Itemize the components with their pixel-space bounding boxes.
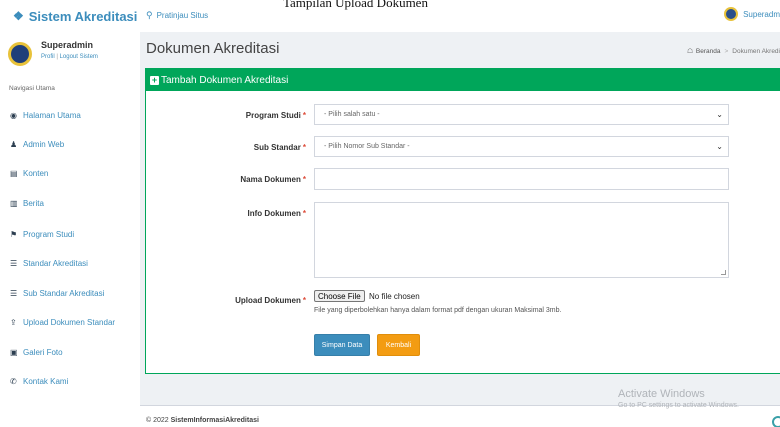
- sidebar-item-galeri-foto[interactable]: ▣ Galeri Foto: [10, 345, 63, 359]
- sidebar-item-sub-standar-akreditasi[interactable]: ☰ Sub Standar Akreditasi: [10, 286, 104, 300]
- sidebar-item-label: Halaman Utama: [23, 110, 81, 120]
- breadcrumb-current: Dokumen Akredi: [732, 47, 780, 55]
- footer-copyright: © 2022: [146, 417, 171, 424]
- sidebar-item-label: Kontak Kami: [23, 376, 69, 386]
- news-icon: ▥: [10, 198, 18, 208]
- footer-site-name: SistemInformasiAkreditasi: [170, 417, 259, 424]
- figure-caption: Tampilan Upload Dokumen: [283, 0, 428, 10]
- file-help-text: File yang diperbolehkan hanya dalam form…: [314, 307, 562, 314]
- sidebar-item-label: Admin Web: [23, 139, 65, 149]
- sidebar: Superadmin Profil | Logout Sistem Naviga…: [0, 32, 140, 427]
- flag-icon: ⚑: [10, 229, 18, 239]
- brand-logo-link[interactable]: ❖ Sistem Akreditasi: [0, 0, 140, 32]
- file-status: No file chosen: [369, 292, 420, 301]
- sidebar-item-halaman-utama[interactable]: ◉ Halaman Utama: [10, 108, 81, 122]
- sidebar-item-label: Sub Standar Akreditasi: [23, 288, 105, 298]
- sidebar-item-standar-akreditasi[interactable]: ☰ Standar Akreditasi: [10, 256, 88, 270]
- back-button[interactable]: Kembali: [377, 334, 420, 356]
- watermark-subtitle: Go to PC settings to activate Windows.: [618, 402, 739, 409]
- dashboard-icon: ◉: [10, 110, 17, 120]
- chevron-down-icon: ⌄: [716, 142, 723, 151]
- sub-standar-label: Sub Standar *: [253, 143, 306, 152]
- breadcrumb-home[interactable]: Beranda: [696, 48, 721, 55]
- watermark-title: Activate Windows: [618, 388, 705, 400]
- program-studi-label: Program Studi *: [245, 111, 306, 120]
- nav-heading: Navigasi Utama: [9, 85, 55, 92]
- sub-standar-selected: - Pilih Nomor Sub Standar -: [324, 143, 410, 150]
- add-document-panel: + Tambah Dokumen Akreditasi Program Stud…: [145, 68, 780, 374]
- phone-icon: ✆: [10, 376, 17, 386]
- required-mark: *: [302, 111, 306, 120]
- nama-dokumen-label: Nama Dokumen *: [240, 175, 306, 184]
- choose-file-button[interactable]: Choose File: [314, 290, 365, 302]
- sidebar-item-label: Konten: [23, 168, 49, 178]
- profile-name: Superadmin: [41, 40, 94, 50]
- home-icon: ☖: [687, 48, 693, 55]
- user-menu[interactable]: Superadm: [724, 7, 780, 21]
- plus-square-icon: +: [150, 74, 159, 85]
- sidebar-item-upload-dokumen-standar[interactable]: ⇪ Upload Dokumen Standar: [10, 315, 115, 329]
- list-icon: ☰: [10, 258, 18, 268]
- resize-handle[interactable]: [721, 270, 726, 275]
- sidebar-item-label: Berita: [23, 198, 44, 208]
- sidebar-item-konten[interactable]: ▤ Konten: [10, 166, 48, 180]
- program-studi-selected: - Pilih salah satu -: [324, 111, 380, 118]
- profile-separator: |: [56, 54, 58, 60]
- page-title: Dokumen Akreditasi: [146, 40, 280, 57]
- user-icon: ♟: [10, 139, 18, 149]
- preview-site-link[interactable]: ⚲ Pratinjau Situs: [146, 10, 208, 21]
- sidebar-profile: Superadmin Profil | Logout Sistem: [8, 40, 98, 66]
- program-studi-select[interactable]: - Pilih salah satu - ⌄: [314, 104, 729, 125]
- preview-site-label: Pratinjau Situs: [156, 11, 209, 20]
- avatar: [724, 7, 739, 21]
- user-menu-label: Superadm: [743, 9, 780, 19]
- breadcrumb: ☖ Beranda > Dokumen Akredi: [687, 47, 780, 56]
- nama-dokumen-input[interactable]: [314, 168, 729, 190]
- search-icon: ⚲: [146, 10, 153, 20]
- sidebar-item-label: Standar Akreditasi: [23, 258, 88, 268]
- upload-dokumen-label: Upload Dokumen *: [235, 296, 306, 305]
- sub-standar-select[interactable]: - Pilih Nomor Sub Standar - ⌄: [314, 136, 729, 157]
- institution-logo: [8, 42, 32, 66]
- image-icon: ▣: [10, 347, 18, 357]
- home-icon: ❖: [13, 9, 24, 23]
- sidebar-item-label: Program Studi: [23, 229, 75, 239]
- chat-icon[interactable]: [772, 416, 780, 427]
- required-mark: *: [302, 209, 306, 218]
- sidebar-item-label: Upload Dokumen Standar: [23, 317, 116, 327]
- required-mark: *: [302, 296, 306, 305]
- panel-title: Tambah Dokumen Akreditasi: [161, 74, 289, 86]
- sidebar-item-berita[interactable]: ▥ Berita: [10, 196, 44, 210]
- logout-link[interactable]: Logout Sistem: [60, 54, 98, 60]
- required-mark: *: [302, 143, 306, 152]
- required-mark: *: [302, 175, 306, 184]
- upload-icon: ⇪: [10, 317, 17, 327]
- breadcrumb-separator: >: [724, 47, 729, 55]
- list-icon: ☰: [10, 288, 18, 298]
- sidebar-item-admin-web[interactable]: ♟ Admin Web: [10, 137, 64, 151]
- panel-header: + Tambah Dokumen Akreditasi: [146, 69, 780, 91]
- activation-watermark: Activate Windows Go to PC settings to ac…: [618, 388, 739, 409]
- sidebar-item-label: Galeri Foto: [23, 347, 63, 357]
- sidebar-item-kontak-kami[interactable]: ✆ Kontak Kami: [10, 374, 68, 388]
- chevron-down-icon: ⌄: [716, 110, 723, 119]
- sidebar-item-program-studi[interactable]: ⚑ Program Studi: [10, 227, 74, 241]
- info-dokumen-label: Info Dokumen *: [247, 209, 306, 218]
- profile-link[interactable]: Profil: [41, 54, 55, 60]
- brand-title: Sistem Akreditasi: [28, 8, 138, 24]
- save-button[interactable]: Simpan Data: [314, 334, 370, 356]
- content-icon: ▤: [10, 168, 18, 178]
- info-dokumen-textarea[interactable]: [314, 202, 729, 278]
